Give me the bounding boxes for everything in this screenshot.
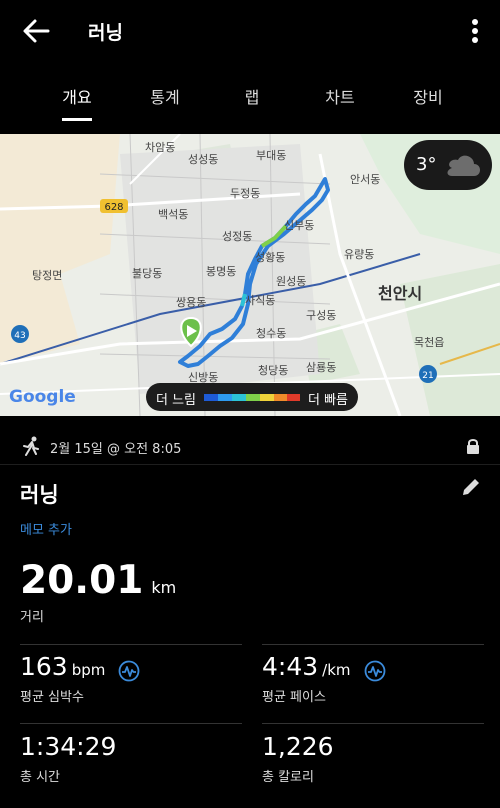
divider — [0, 464, 500, 465]
stat-label: 총 시간 — [20, 770, 61, 785]
page-title: 러닝 — [88, 22, 123, 44]
road-badge-21: 21 — [422, 371, 433, 381]
place-label: 사직동 — [245, 294, 275, 307]
place-label: 차암동 — [145, 141, 175, 154]
place-label: 쌍용동 — [176, 296, 206, 309]
route-map[interactable]: 628 43 21 차암동 성성동 부대동 안서동 두정동 백석동 신부동 성정… — [0, 134, 500, 416]
edit-icon[interactable] — [460, 476, 482, 498]
distance-label: 거리 — [20, 610, 44, 625]
tab-laps[interactable]: 랩 — [245, 84, 260, 108]
place-label: 구성동 — [306, 309, 336, 322]
legend-slow-label: 더 느림 — [156, 393, 197, 408]
stat-value: 1:34:29 — [20, 732, 117, 761]
place-label: 목천읍 — [414, 335, 444, 349]
cloud-icon — [447, 155, 480, 176]
distance-value: 20.01 — [20, 558, 144, 603]
place-label: 안서동 — [350, 173, 380, 186]
stat-value: 163 — [20, 652, 68, 681]
legend-fast-label: 더 빠름 — [307, 393, 348, 408]
lock-icon[interactable] — [466, 438, 480, 454]
divider — [262, 644, 484, 645]
activity-name: 러닝 — [20, 483, 59, 507]
place-label: 청당동 — [258, 364, 288, 377]
pace-gradient-bar — [204, 394, 300, 401]
place-label: 신부동 — [284, 219, 314, 232]
place-label: 성정동 — [222, 230, 252, 243]
distance-unit: km — [151, 578, 177, 597]
stat-unit: /km — [322, 661, 351, 679]
distance-value-row: 20.01 km — [20, 558, 176, 603]
total-calories-stat: 1,226 — [262, 732, 334, 761]
top-app-bar: 러닝 — [0, 0, 500, 62]
pace-chart-icon[interactable] — [364, 660, 386, 682]
total-time-stat: 1:34:29 — [20, 732, 116, 761]
more-vertical-icon[interactable] — [468, 18, 482, 44]
road-badge-628: 628 — [104, 202, 123, 213]
activity-date: 2월 15일 @ 오전 8:05 — [50, 442, 182, 457]
tab-stats[interactable]: 통계 — [150, 84, 179, 108]
pace-legend: 더 느림 더 빠름 — [146, 383, 358, 411]
google-logo: Google — [9, 387, 76, 407]
divider — [20, 644, 242, 645]
stat-label: 총 칼로리 — [262, 770, 314, 785]
arrow-left-icon[interactable] — [22, 18, 50, 44]
place-label: 청수동 — [256, 327, 286, 340]
stat-value: 1,226 — [262, 732, 334, 761]
tab-gear[interactable]: 장비 — [413, 84, 442, 108]
stat-unit: bpm — [71, 661, 106, 679]
place-label: 유량동 — [344, 248, 374, 261]
place-label: 불당동 — [132, 267, 162, 280]
place-label: 원성동 — [276, 275, 306, 288]
tab-charts[interactable]: 차트 — [325, 84, 354, 108]
stat-label: 평균 심박수 — [20, 690, 84, 705]
stat-value: 4:43 — [262, 652, 319, 681]
divider — [20, 723, 242, 724]
place-label: 성성동 — [188, 153, 218, 166]
place-label: 성황동 — [255, 251, 285, 264]
stat-label: 평균 페이스 — [262, 690, 326, 705]
active-tab-indicator — [62, 118, 92, 121]
road-badge-43: 43 — [14, 331, 25, 341]
place-label: 봉명동 — [206, 265, 236, 278]
avg-pace-stat: 4:43/km — [262, 652, 386, 682]
heart-rate-chart-icon[interactable] — [118, 660, 140, 682]
place-label: 부대동 — [256, 149, 286, 162]
place-label: 삼룡동 — [306, 361, 336, 374]
place-label: 탕정면 — [32, 269, 62, 282]
running-icon — [23, 436, 39, 456]
divider — [262, 723, 484, 724]
avg-heart-rate-stat: 163 bpm — [20, 652, 140, 682]
place-label: 두정동 — [230, 187, 260, 200]
weather-temp: 3° — [416, 154, 437, 175]
city-label: 천안시 — [378, 284, 422, 303]
weather-badge: 3° — [404, 140, 492, 190]
add-memo-link[interactable]: 메모 추가 — [20, 519, 72, 538]
place-label: 백석동 — [158, 208, 188, 221]
tab-overview[interactable]: 개요 — [62, 84, 91, 108]
